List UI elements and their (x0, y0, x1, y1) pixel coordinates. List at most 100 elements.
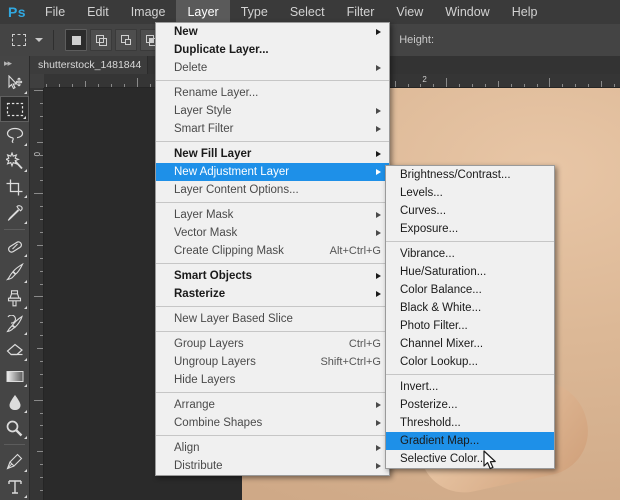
ruler-tick (562, 84, 564, 87)
menu-item-combine-shapes[interactable]: Combine Shapes (156, 414, 389, 432)
brush-tool[interactable] (0, 259, 29, 285)
menu-item-label: Curves... (400, 205, 447, 217)
eraser-tool[interactable] (0, 337, 29, 363)
type-tool[interactable] (0, 474, 29, 500)
move-tool[interactable] (0, 70, 29, 96)
photoshop-logo: Ps (7, 4, 27, 20)
ruler-tick (446, 78, 448, 87)
new-selection-button[interactable] (65, 29, 87, 51)
menu-item-label: Hide Layers (174, 374, 236, 386)
menu-item-shortcut: Alt+Ctrl+G (329, 245, 381, 257)
magic-wand-tool[interactable] (0, 148, 29, 174)
menu-item-gradient-map[interactable]: Gradient Map... (386, 432, 554, 450)
menu-item-color-balance[interactable]: Color Balance... (386, 281, 554, 299)
submenu-arrow-icon (376, 445, 381, 451)
new-adjustment-layer-submenu: Brightness/Contrast... Levels... Curves...… (385, 165, 555, 469)
menu-item-label: New Fill Layer (174, 148, 252, 160)
menu-item-label: Vector Mask (174, 227, 238, 239)
menu-item-new-layer-based-slice[interactable]: New Layer Based Slice (156, 310, 389, 328)
menu-item-brightness-contrast[interactable]: Brightness/Contrast... (386, 166, 554, 184)
menu-item-label: Combine Shapes (174, 417, 263, 429)
menu-item-distribute[interactable]: Distribute (156, 457, 389, 475)
vertical-ruler[interactable]: 0 (30, 88, 44, 500)
menu-item-new-adjustment-layer[interactable]: New Adjustment Layer (156, 163, 389, 181)
menu-item-levels[interactable]: Levels... (386, 184, 554, 202)
ruler-tick (40, 386, 43, 388)
ruler-tick (40, 115, 43, 117)
menu-item-vibrance[interactable]: Vibrance... (386, 245, 554, 263)
menu-item-new[interactable]: New (156, 23, 389, 41)
add-to-selection-button[interactable] (90, 29, 112, 51)
menu-item-label: Duplicate Layer... (174, 44, 269, 56)
menu-bar-item-image[interactable]: Image (120, 0, 177, 24)
menu-bar-item-layer[interactable]: Layer (176, 0, 230, 24)
menu-item-label: Channel Mixer... (400, 338, 484, 350)
menu-item-vector-mask[interactable]: Vector Mask (156, 224, 389, 242)
ruler-tick (40, 167, 43, 169)
menu-item-color-lookup[interactable]: Color Lookup... (386, 353, 554, 371)
menu-bar-item-file[interactable]: File (34, 0, 76, 24)
history-brush-tool[interactable] (0, 311, 29, 337)
menu-item-hue-saturation[interactable]: Hue/Saturation... (386, 263, 554, 281)
menu-item-align[interactable]: Align (156, 439, 389, 457)
menu-item-label: Ungroup Layers (174, 356, 256, 368)
menu-item-posterize[interactable]: Posterize... (386, 396, 554, 414)
menu-item-photo-filter[interactable]: Photo Filter... (386, 317, 554, 335)
rectangular-marquee-tool[interactable] (0, 96, 29, 122)
menu-item-new-fill-layer[interactable]: New Fill Layer (156, 145, 389, 163)
pen-tool[interactable] (0, 448, 29, 474)
menu-bar-item-view[interactable]: View (385, 0, 434, 24)
menu-item-smart-objects[interactable]: Smart Objects (156, 267, 389, 285)
menu-item-delete[interactable]: Delete (156, 59, 389, 77)
menu-item-ungroup-layers[interactable]: Ungroup Layers Shift+Ctrl+G (156, 353, 389, 371)
ruler-tick (37, 244, 43, 246)
menu-item-curves[interactable]: Curves... (386, 202, 554, 220)
menu-bar-item-help[interactable]: Help (501, 0, 549, 24)
spot-healing-brush-tool[interactable] (0, 233, 29, 259)
lasso-tool[interactable] (0, 122, 29, 148)
rectangular-marquee-icon[interactable] (6, 28, 32, 52)
menu-item-smart-filter[interactable]: Smart Filter (156, 120, 389, 138)
subtract-from-selection-button[interactable] (115, 29, 137, 51)
eyedropper-tool[interactable] (0, 200, 29, 226)
menu-item-hide-layers[interactable]: Hide Layers (156, 371, 389, 389)
menu-item-layer-style[interactable]: Layer Style (156, 102, 389, 120)
dodge-tool[interactable] (0, 415, 29, 441)
menu-item-shortcut: Shift+Ctrl+G (320, 356, 381, 368)
ruler-origin-corner[interactable] (30, 74, 44, 88)
menu-item-label: Color Lookup... (400, 356, 478, 368)
menu-item-label: Levels... (400, 187, 443, 199)
menu-bar-item-window[interactable]: Window (434, 0, 500, 24)
tools-panel-collapse-handle[interactable]: ▸▸ (0, 56, 29, 70)
crop-tool[interactable] (0, 174, 29, 200)
tool-preset-chevron-down-icon[interactable] (32, 28, 46, 52)
menu-separator (386, 241, 554, 242)
menu-item-threshold[interactable]: Threshold... (386, 414, 554, 432)
menu-item-selective-color[interactable]: Selective Color... (386, 450, 554, 468)
menu-item-rasterize[interactable]: Rasterize (156, 285, 389, 303)
menu-item-black-white[interactable]: Black & White... (386, 299, 554, 317)
menu-bar-item-edit[interactable]: Edit (76, 0, 120, 24)
menu-item-channel-mixer[interactable]: Channel Mixer... (386, 335, 554, 353)
menu-item-duplicate-layer[interactable]: Duplicate Layer... (156, 41, 389, 59)
menu-bar-item-select[interactable]: Select (279, 0, 336, 24)
menu-item-rename-layer[interactable]: Rename Layer... (156, 84, 389, 102)
photoshop-window: Ps File Edit Image Layer Type Select Filter Vie… (0, 0, 620, 500)
blur-tool[interactable] (0, 389, 29, 415)
menu-item-arrange[interactable]: Arrange (156, 396, 389, 414)
menu-item-create-clipping-mask[interactable]: Create Clipping Mask Alt+Ctrl+G (156, 242, 389, 260)
menu-item-invert[interactable]: Invert... (386, 378, 554, 396)
ruler-tick (46, 84, 48, 87)
menu-bar-item-filter[interactable]: Filter (336, 0, 386, 24)
menu-item-label: Posterize... (400, 399, 458, 411)
menu-item-exposure[interactable]: Exposure... (386, 220, 554, 238)
menu-item-layer-content-options[interactable]: Layer Content Options... (156, 181, 389, 199)
ruler-label: 0 (32, 152, 41, 157)
menu-item-layer-mask[interactable]: Layer Mask (156, 206, 389, 224)
menu-item-group-layers[interactable]: Group Layers Ctrl+G (156, 335, 389, 353)
layer-menu: New Duplicate Layer... Delete Rename Layer.… (155, 22, 390, 476)
clone-stamp-tool[interactable] (0, 285, 29, 311)
document-tab[interactable]: shutterstock_1481844 (30, 56, 148, 74)
gradient-tool[interactable] (0, 363, 29, 389)
menu-bar-item-type[interactable]: Type (230, 0, 279, 24)
